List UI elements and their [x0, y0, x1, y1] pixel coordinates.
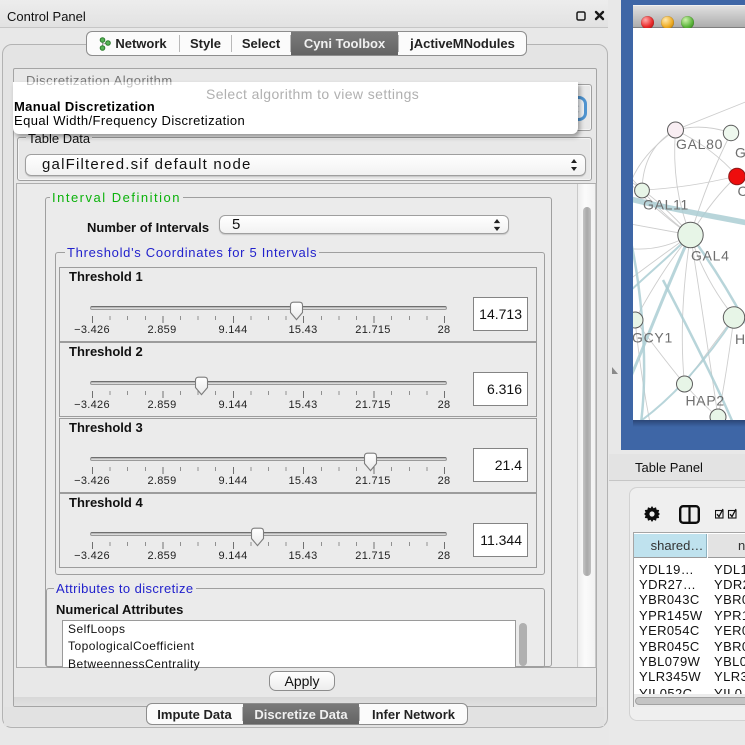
svg-text:C: C: [738, 183, 745, 199]
svg-text:GA: GA: [735, 145, 745, 161]
svg-text:GAL11: GAL11: [643, 197, 689, 213]
svg-text:GAL80: GAL80: [676, 136, 723, 152]
svg-text:GAL4: GAL4: [691, 248, 730, 264]
svg-text:HAP2: HAP2: [686, 393, 725, 409]
svg-text:HA: HA: [735, 331, 745, 347]
svg-text:GCY1: GCY1: [633, 330, 673, 346]
